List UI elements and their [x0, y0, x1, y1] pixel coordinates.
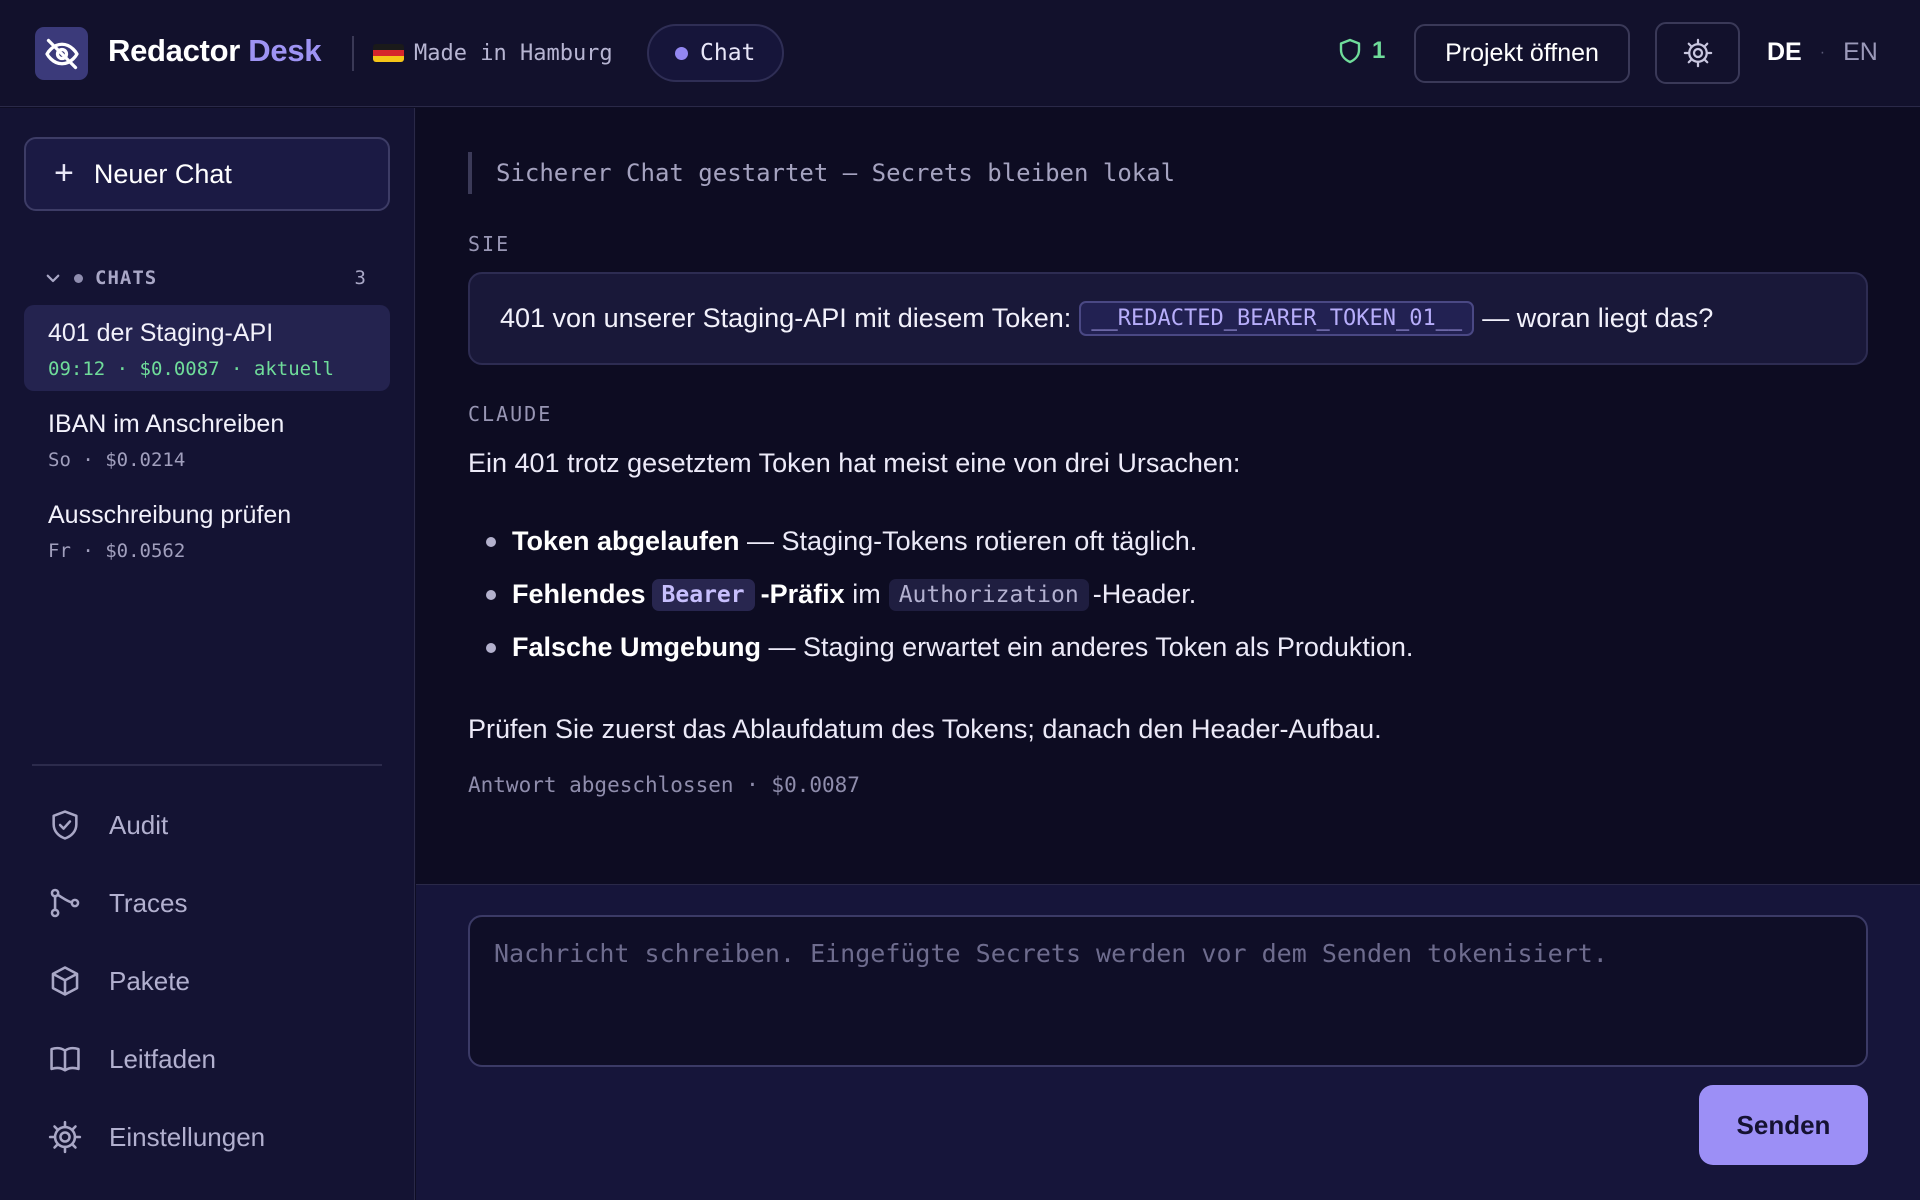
open-project-button[interactable]: Projekt öffnen — [1414, 24, 1630, 83]
list-item-text: -Header. — [1092, 579, 1197, 609]
chat-list-item-active[interactable]: 401 der Staging-API 09:12 · $0.0087 · ak… — [24, 305, 390, 391]
traces-icon — [50, 888, 80, 918]
book-icon — [50, 1046, 80, 1072]
sidebar-item-label: Leitfaden — [109, 1043, 216, 1074]
composer: Senden — [416, 884, 1920, 1200]
gear-icon — [48, 1120, 82, 1154]
sidebar-item-traces[interactable]: Traces — [48, 878, 388, 928]
list-item-text: — Staging erwartet ein anderes Token als… — [761, 632, 1414, 662]
shield-check-icon — [52, 810, 78, 840]
chat-mode-label: Chat — [700, 40, 756, 66]
sidebar-item-settings[interactable]: Einstellungen — [48, 1112, 388, 1162]
inline-code: Bearer — [651, 578, 755, 611]
list-item-bold: Fehlendes — [512, 579, 646, 609]
settings-button[interactable] — [1655, 22, 1740, 84]
assistant-role-label: CLAUDE — [468, 402, 553, 426]
sidebar: + Neuer Chat CHATS 3 401 der Staging-API… — [0, 108, 415, 1200]
answer-intro: Ein 401 trotz gesetztem Token hat meist … — [468, 448, 1241, 478]
chats-section-header[interactable]: CHATS 3 — [44, 263, 366, 293]
gear-icon — [1683, 38, 1712, 68]
system-message: Sicherer Chat gestartet — Secrets bleibe… — [468, 152, 1175, 194]
sidebar-item-audit[interactable]: Audit — [48, 800, 388, 850]
brand-main: Redactor — [108, 33, 240, 68]
redaction-count: 1 — [1372, 37, 1386, 64]
lang-de[interactable]: DE — [1767, 38, 1802, 67]
chat-title: IBAN im Anschreiben — [48, 410, 285, 438]
shield-icon — [1339, 38, 1361, 64]
german-flag-icon — [373, 44, 404, 62]
chat-meta: So · $0.0214 — [48, 449, 186, 471]
answer-closing: Prüfen Sie zuerst das Ablaufdatum des To… — [468, 714, 1382, 744]
message-input[interactable] — [468, 915, 1868, 1067]
chat-list-item[interactable]: IBAN im Anschreiben So · $0.0214 — [24, 396, 390, 482]
chats-section-title: CHATS — [95, 267, 158, 289]
chats-count: 3 — [354, 267, 366, 289]
chevron-down-icon — [46, 274, 60, 283]
sidebar-divider — [32, 764, 382, 766]
new-chat-label: Neuer Chat — [93, 158, 232, 189]
chat-title: Ausschreibung prüfen — [48, 501, 292, 529]
lang-separator: · — [1819, 43, 1826, 61]
list-item-text: — Staging-Tokens rotieren oft täglich. — [739, 526, 1198, 556]
section-dot-icon — [74, 273, 83, 283]
list-item: Fehlendes Bearer -Präfix im Authorization -H… — [468, 568, 1868, 621]
user-message-text: 401 von unserer Staging-API mit diesem T… — [500, 303, 1072, 333]
logo[interactable] — [35, 27, 88, 80]
response-status: Antwort abgeschlossen · $0.0087 — [468, 773, 860, 797]
list-item-text: im — [844, 579, 881, 609]
chat-title: 401 der Staging-API — [48, 319, 274, 347]
chat-meta: 09:12 · $0.0087 · aktuell — [48, 358, 334, 380]
made-in-label: Made in Hamburg — [414, 41, 613, 66]
user-role-label: SIE — [468, 232, 511, 256]
eye-off-icon — [44, 38, 79, 69]
redaction-counter[interactable]: 1 — [1338, 37, 1385, 65]
user-message: 401 von unserer Staging-API mit diesem T… — [468, 272, 1868, 365]
language-switcher: DE · EN — [1767, 38, 1878, 67]
sidebar-item-guide[interactable]: Leitfaden — [48, 1034, 388, 1084]
app-header: Redactor Desk Made in Hamburg Chat 1 Pro… — [0, 0, 1920, 107]
list-item: Falsche Umgebung — Staging erwartet ein … — [468, 621, 1868, 674]
list-item-bold: Token abgelaufen — [512, 526, 740, 556]
send-button[interactable]: Senden — [1699, 1085, 1868, 1165]
lang-en[interactable]: EN — [1843, 38, 1878, 67]
sidebar-item-label: Pakete — [109, 965, 190, 996]
answer-list: Token abgelaufen — Staging-Tokens rotier… — [468, 515, 1868, 674]
inline-code: Authorization — [888, 578, 1089, 611]
list-item-bold: -Präfix — [760, 579, 845, 609]
plus-icon: + — [54, 153, 74, 192]
list-item-bold: Falsche Umgebung — [512, 632, 762, 662]
chat-meta: Fr · $0.0562 — [48, 540, 186, 562]
status-dot-icon — [675, 46, 688, 60]
list-item: Token abgelaufen — Staging-Tokens rotier… — [468, 515, 1868, 568]
sidebar-item-label: Traces — [109, 887, 188, 918]
chat-list-item[interactable]: Ausschreibung prüfen Fr · $0.0562 — [24, 487, 390, 573]
sidebar-item-packages[interactable]: Pakete — [48, 956, 388, 1006]
package-icon — [51, 966, 79, 996]
brand-accent: Desk — [248, 33, 322, 68]
sidebar-item-label: Audit — [109, 809, 169, 840]
header-divider — [352, 36, 354, 71]
chat-mode-pill[interactable]: Chat — [647, 24, 784, 82]
assistant-message: Ein 401 trotz gesetztem Token hat meist … — [468, 448, 1868, 745]
new-chat-button[interactable]: + Neuer Chat — [24, 137, 390, 211]
sidebar-item-label: Einstellungen — [109, 1121, 266, 1152]
redacted-token-chip[interactable]: __REDACTED_BEARER_TOKEN_01__ — [1079, 301, 1475, 336]
user-message-text: — woran liegt das? — [1482, 303, 1714, 333]
app-title: Redactor Desk — [108, 33, 322, 69]
conversation-pane: Sicherer Chat gestartet — Secrets bleibe… — [416, 108, 1920, 884]
